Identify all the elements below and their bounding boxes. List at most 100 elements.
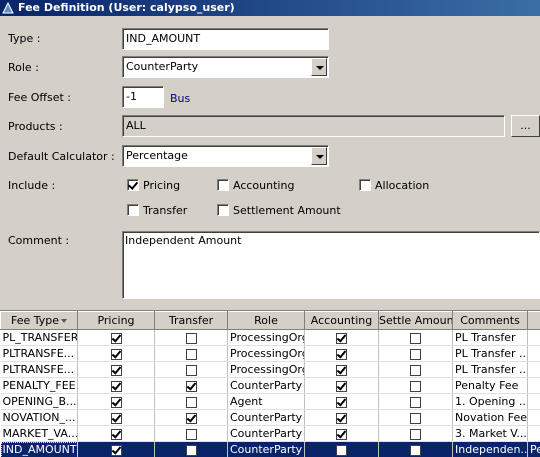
- settlement-amount-checkbox[interactable]: [217, 204, 229, 216]
- checkbox[interactable]: [185, 444, 197, 456]
- cell-fee-type[interactable]: PENALTY_FEE: [0, 377, 78, 394]
- checkbox[interactable]: [336, 412, 347, 424]
- checkbox[interactable]: [410, 380, 421, 392]
- cell-fee-type[interactable]: IND_AMOUNT: [0, 441, 78, 457]
- table-row[interactable]: PENALTY_FEE CounterParty Penalty Fee: [0, 377, 540, 394]
- checkbox[interactable]: [336, 428, 347, 440]
- table-row[interactable]: MARKET_VA... CounterParty 3. Market V...: [0, 425, 540, 442]
- products-browse-button[interactable]: ...: [511, 115, 540, 137]
- cell-comments[interactable]: Independen...: [452, 441, 528, 457]
- checkbox[interactable]: [410, 428, 421, 440]
- allocation-checkbox[interactable]: [359, 179, 371, 191]
- table-row[interactable]: IND_AMOUNT CounterParty Independen...Pe: [0, 441, 540, 457]
- checkbox[interactable]: [110, 364, 122, 376]
- table-row[interactable]: PLTRANSFE... ProcessingOrg PL Transfer ...: [0, 361, 540, 378]
- checkbox[interactable]: [110, 396, 122, 408]
- chevron-down-icon[interactable]: [311, 58, 327, 76]
- table-row[interactable]: NOVATION_... CounterParty Novation Fee: [0, 409, 540, 426]
- type-field[interactable]: IND_AMOUNT: [122, 28, 329, 50]
- column-header-settle-amount[interactable]: Settle Amount: [378, 311, 453, 330]
- checkbox[interactable]: [410, 412, 421, 424]
- cell-comments[interactable]: 3. Market V...: [452, 425, 528, 442]
- table-row[interactable]: PLTRANSFE... ProcessingOrg PL Transfer ...: [0, 345, 540, 362]
- cell-fee-type[interactable]: PL_TRANSFER: [0, 329, 78, 346]
- cell-fee-type[interactable]: MARKET_VA...: [0, 425, 78, 442]
- pricing-checkbox[interactable]: [127, 179, 139, 191]
- checkbox[interactable]: [336, 332, 347, 344]
- allocation-checkbox-label: Allocation: [375, 179, 430, 192]
- cell-comments[interactable]: PL Transfer: [452, 329, 528, 346]
- checkbox[interactable]: [336, 396, 347, 408]
- cell-extra[interactable]: Pe: [527, 441, 540, 457]
- checkbox[interactable]: [110, 348, 122, 360]
- accounting-checkbox[interactable]: [217, 179, 229, 191]
- checkbox[interactable]: [185, 332, 197, 344]
- cell-extra[interactable]: [527, 393, 540, 410]
- cell-role[interactable]: CounterParty: [227, 425, 305, 442]
- column-header-comments[interactable]: Comments: [452, 311, 528, 330]
- transfer-checkbox[interactable]: [127, 204, 139, 216]
- table-row[interactable]: OPENING_B... Agent 1. Opening ...: [0, 393, 540, 410]
- default-calculator-select[interactable]: Percentage: [122, 145, 329, 167]
- cell-comments[interactable]: PL Transfer ...: [452, 361, 528, 378]
- checkbox[interactable]: [110, 412, 122, 424]
- cell-fee-type[interactable]: NOVATION_...: [0, 409, 78, 426]
- checkbox[interactable]: [185, 380, 197, 392]
- checkbox[interactable]: [410, 396, 421, 408]
- checkbox[interactable]: [110, 332, 122, 344]
- comment-textarea[interactable]: Independent Amount: [122, 231, 540, 299]
- cell-extra[interactable]: [527, 409, 540, 426]
- table-header: Fee Type Pricing Transfer Role Accountin…: [0, 311, 540, 330]
- checkbox[interactable]: [410, 348, 421, 360]
- table-row[interactable]: PL_TRANSFER ProcessingOrg PL Transfer: [0, 329, 540, 346]
- cell-role[interactable]: ProcessingOrg: [227, 345, 305, 362]
- products-label: Products :: [8, 120, 63, 133]
- fee-offset-field[interactable]: -1: [122, 86, 164, 108]
- cell-transfer-checkbox: [154, 361, 228, 378]
- role-select[interactable]: CounterParty: [122, 56, 329, 78]
- cell-role[interactable]: ProcessingOrg: [227, 329, 305, 346]
- window-title: Fee Definition (User: calypso_user): [18, 1, 235, 14]
- checkbox[interactable]: [336, 444, 347, 456]
- cell-role[interactable]: ProcessingOrg: [227, 361, 305, 378]
- cell-fee-type[interactable]: OPENING_B...: [0, 393, 78, 410]
- cell-accounting-checkbox: [304, 345, 379, 362]
- checkbox[interactable]: [185, 428, 197, 440]
- cell-extra[interactable]: [527, 329, 540, 346]
- cell-extra[interactable]: [527, 361, 540, 378]
- cell-extra[interactable]: [527, 377, 540, 394]
- checkbox[interactable]: [336, 364, 347, 376]
- cell-fee-type[interactable]: PLTRANSFE...: [0, 345, 78, 362]
- column-header-role[interactable]: Role: [227, 311, 305, 330]
- checkbox[interactable]: [336, 348, 347, 360]
- column-header-fee-type[interactable]: Fee Type: [0, 311, 78, 330]
- checkbox[interactable]: [110, 380, 122, 392]
- column-header-pricing[interactable]: Pricing: [77, 311, 155, 330]
- cell-comments[interactable]: Penalty Fee: [452, 377, 528, 394]
- cell-comments[interactable]: Novation Fee: [452, 409, 528, 426]
- checkbox[interactable]: [185, 364, 197, 376]
- checkbox[interactable]: [185, 396, 197, 408]
- checkbox[interactable]: [110, 428, 122, 440]
- checkbox[interactable]: [110, 444, 122, 456]
- cell-role[interactable]: CounterParty: [227, 441, 305, 457]
- checkbox[interactable]: [336, 380, 347, 392]
- cell-fee-type[interactable]: PLTRANSFE...: [0, 361, 78, 378]
- chevron-down-icon[interactable]: [311, 147, 327, 165]
- checkbox[interactable]: [410, 364, 421, 376]
- cell-comments[interactable]: 1. Opening ...: [452, 393, 528, 410]
- checkbox[interactable]: [410, 332, 421, 344]
- cell-comments[interactable]: PL Transfer ...: [452, 345, 528, 362]
- cell-pricing-checkbox: [77, 361, 155, 378]
- cell-role[interactable]: CounterParty: [227, 377, 305, 394]
- cell-extra[interactable]: [527, 345, 540, 362]
- cell-role[interactable]: CounterParty: [227, 409, 305, 426]
- checkbox[interactable]: [410, 444, 421, 456]
- cell-role[interactable]: Agent: [227, 393, 305, 410]
- column-header-transfer[interactable]: Transfer: [154, 311, 228, 330]
- checkbox[interactable]: [185, 412, 197, 424]
- column-header-accounting[interactable]: Accounting: [304, 311, 379, 330]
- cell-extra[interactable]: [527, 425, 540, 442]
- fee-offset-unit: Bus: [170, 92, 191, 105]
- checkbox[interactable]: [185, 348, 197, 360]
